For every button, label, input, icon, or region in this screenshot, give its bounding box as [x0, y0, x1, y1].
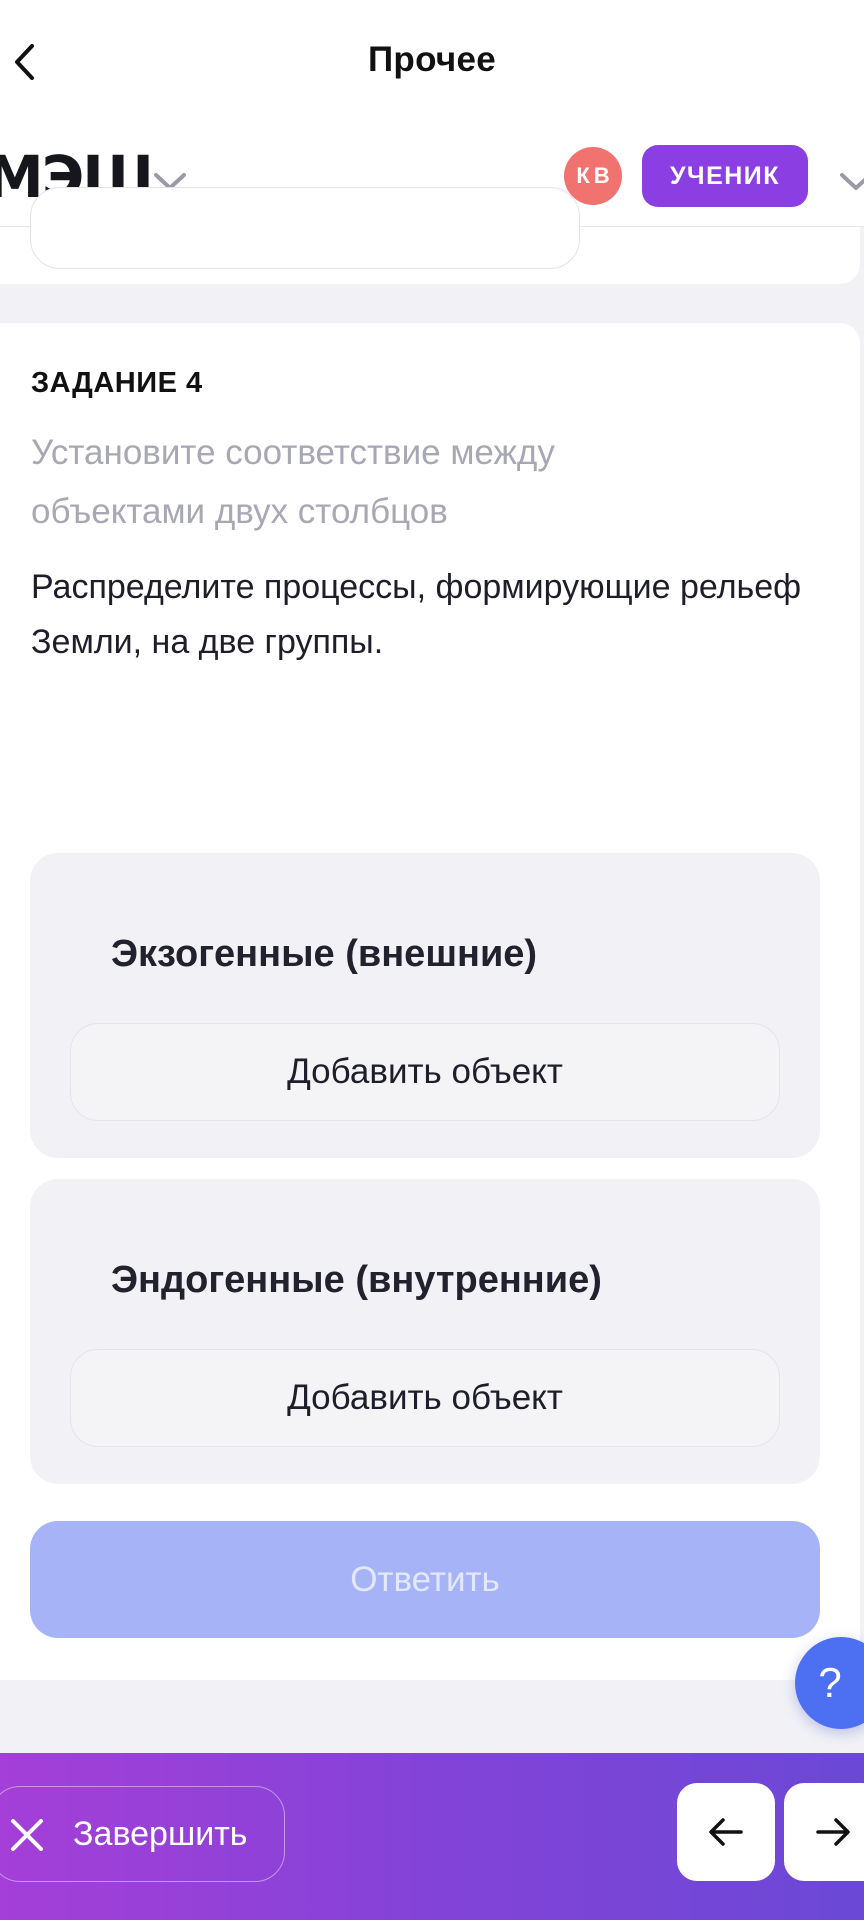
- finish-label: Завершить: [73, 1815, 248, 1853]
- close-icon: [11, 1819, 43, 1851]
- group-title: Экзогенные (внешние): [111, 933, 538, 975]
- finish-button[interactable]: Завершить: [0, 1786, 285, 1882]
- group-endogenous: Эндогенные (внутренние) Добавить объект: [30, 1179, 820, 1484]
- chevron-down-icon[interactable]: [836, 167, 864, 197]
- previous-task-card: [0, 187, 860, 284]
- previous-task-button[interactable]: [677, 1783, 775, 1881]
- next-task-button[interactable]: [784, 1783, 864, 1881]
- arrow-right-icon: [816, 1818, 850, 1846]
- top-navigation: Прочее: [0, 0, 864, 125]
- role-badge[interactable]: УЧЕНИК: [642, 145, 808, 207]
- answer-button[interactable]: Ответить: [30, 1521, 820, 1638]
- task-number: ЗАДАНИЕ 4: [31, 367, 203, 399]
- previous-task-field[interactable]: [30, 187, 580, 269]
- task-type: Установите соответствие между объектами …: [31, 433, 555, 531]
- bottom-bar: Завершить: [0, 1753, 864, 1920]
- group-title: Эндогенные (внутренние): [111, 1259, 602, 1301]
- add-object-button[interactable]: Добавить объект: [70, 1023, 780, 1121]
- page: Прочее МЭШ КВ УЧЕНИК ЗАДАНИЕ 4 Установит…: [0, 0, 864, 1920]
- question-icon: ?: [818, 1659, 842, 1706]
- add-object-button[interactable]: Добавить объект: [70, 1349, 780, 1447]
- group-exogenous: Экзогенные (внешние) Добавить объект: [30, 853, 820, 1158]
- task-text: Распределите процессы, формирующие релье…: [31, 568, 802, 661]
- task-card: ЗАДАНИЕ 4 Установите соответствие между …: [0, 323, 860, 1680]
- page-title: Прочее: [367, 40, 497, 79]
- avatar[interactable]: КВ: [564, 147, 622, 205]
- arrow-left-icon: [709, 1818, 743, 1846]
